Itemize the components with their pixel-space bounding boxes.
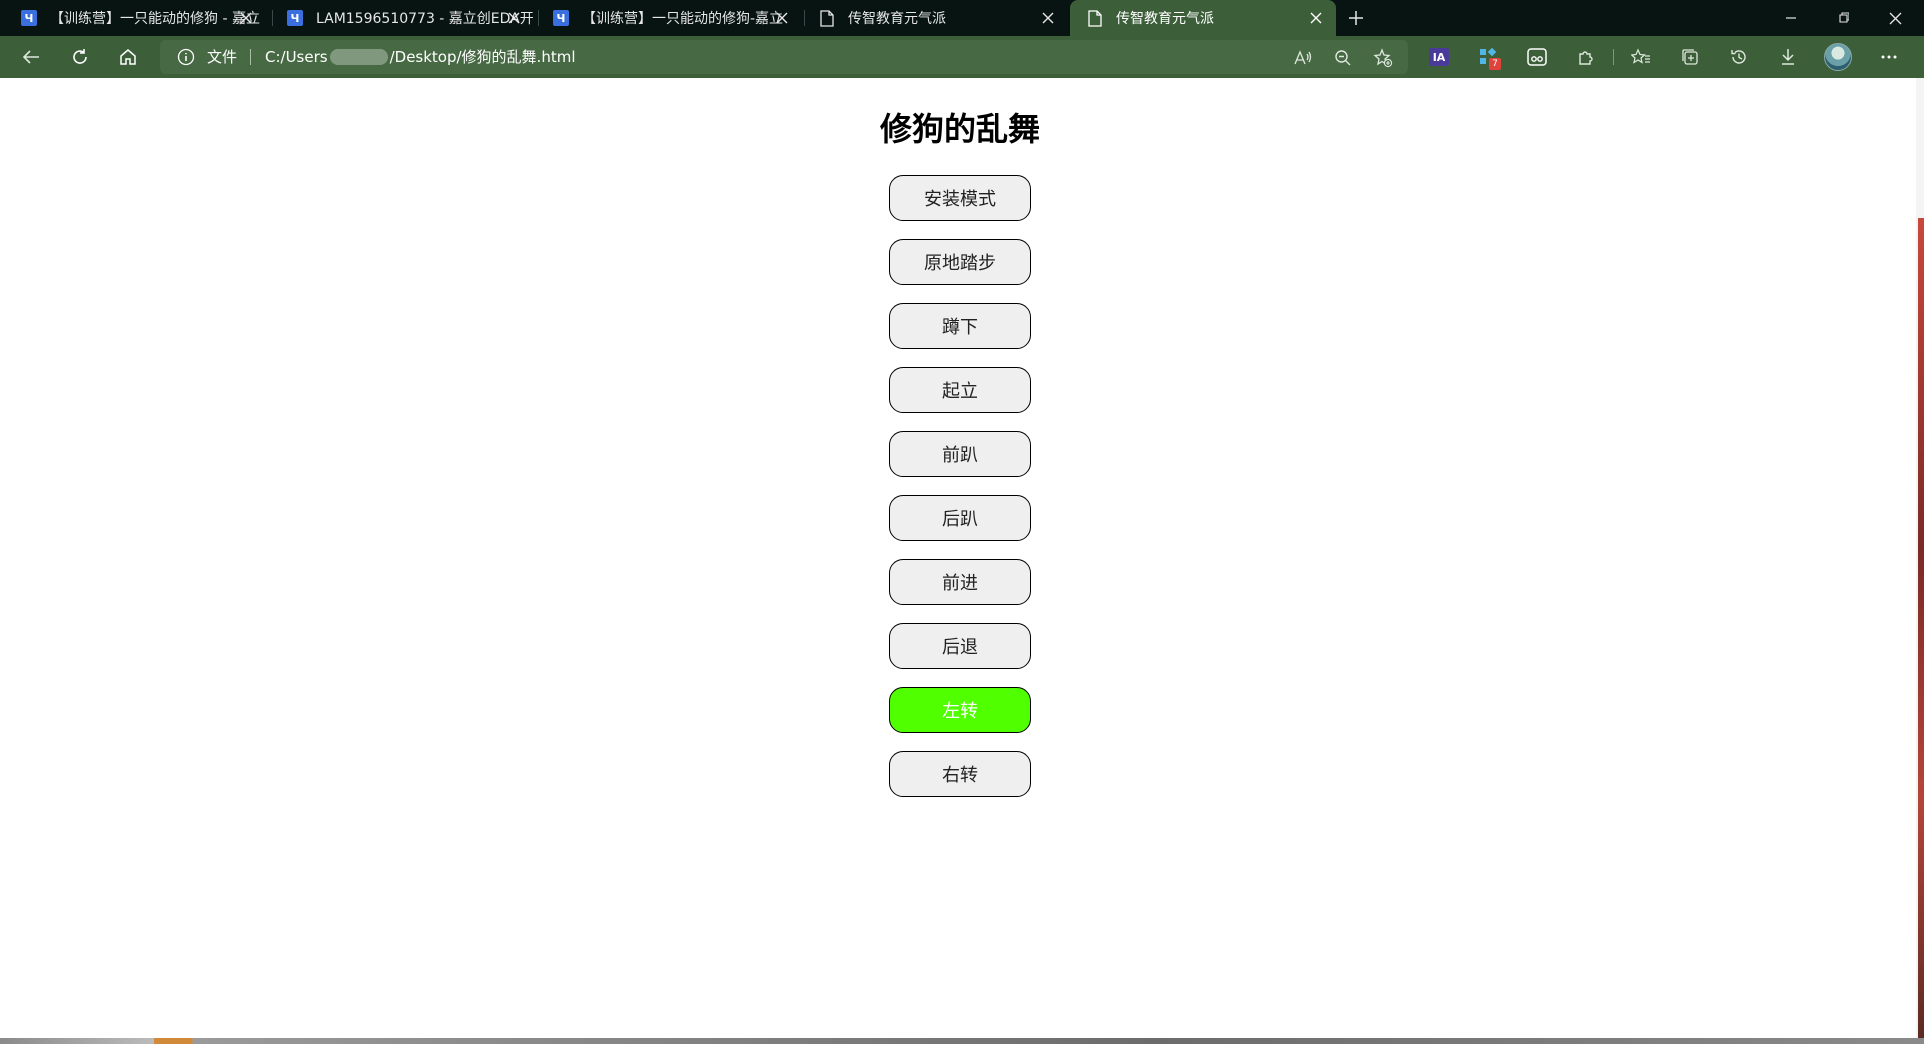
backward-button[interactable]: 后退: [889, 623, 1031, 669]
tab-3[interactable]: Ч 【训练营】一只能动的修狗-嘉立: [536, 0, 802, 36]
forward-button[interactable]: 前进: [889, 559, 1031, 605]
jlc-logo-icon: Ч: [552, 9, 570, 27]
refresh-button[interactable]: [66, 43, 94, 71]
new-tab-button[interactable]: [1342, 4, 1370, 32]
tab-5-active[interactable]: 传智教育元气派: [1070, 0, 1336, 36]
tab-title: 【训练营】一只能动的修狗-嘉立: [582, 11, 784, 27]
page-icon: [818, 9, 836, 27]
page-icon: [1086, 9, 1104, 27]
extensions-button[interactable]: [1572, 43, 1600, 71]
history-icon: [1731, 50, 1746, 64]
browser-toolbar: 文件 C:/Users /Desktop/修狗的乱舞.html IA 7: [0, 36, 1924, 78]
turn-left-button[interactable]: 左转: [889, 687, 1031, 733]
extension-reader-button[interactable]: [1523, 43, 1551, 71]
jlc-logo-icon: Ч: [286, 9, 304, 27]
collections-button[interactable]: [1676, 43, 1704, 71]
url-text[interactable]: C:/Users /Desktop/修狗的乱舞.html: [265, 47, 576, 67]
close-icon[interactable]: [236, 8, 256, 28]
page-title: 修狗的乱舞: [879, 110, 1040, 148]
close-window-button[interactable]: [1872, 0, 1918, 36]
march-in-place-button[interactable]: 原地踏步: [889, 239, 1031, 285]
extension-apps-button[interactable]: 7: [1474, 43, 1502, 71]
history-button[interactable]: [1725, 43, 1753, 71]
close-icon[interactable]: [772, 8, 792, 28]
address-bar[interactable]: 文件 C:/Users /Desktop/修狗的乱舞.html: [160, 40, 1408, 74]
tab-title: 传智教育元气派: [848, 11, 946, 27]
tab-title: LAM1596510773 - 嘉立创EDA开源: [316, 11, 534, 27]
url-suffix: /Desktop/修狗的乱舞.html: [389, 48, 576, 66]
refresh-icon: [73, 49, 87, 64]
close-icon[interactable]: [504, 8, 524, 28]
zoom-out-icon[interactable]: [1332, 47, 1354, 69]
ia-extension-icon: IA: [1429, 48, 1449, 66]
download-icon: [1782, 49, 1794, 65]
profile-avatar[interactable]: [1824, 43, 1852, 71]
close-icon: [1889, 12, 1901, 24]
minimize-button[interactable]: [1768, 0, 1814, 36]
collections-icon: [1682, 49, 1698, 65]
close-icon[interactable]: [1038, 8, 1058, 28]
plus-icon: [1349, 11, 1363, 25]
tab-title: 【训练营】一只能动的修狗 - 嘉立: [50, 11, 260, 27]
address-divider: [250, 49, 251, 65]
home-icon: [120, 49, 136, 65]
extension-badge: 7: [1489, 58, 1501, 70]
favorites-button[interactable]: [1627, 43, 1655, 71]
taskbar-edge: [0, 1038, 1924, 1044]
url-prefix: C:/Users: [265, 48, 328, 66]
tab-4[interactable]: 传智教育元气派: [802, 0, 1068, 36]
tab-strip: Ч 【训练营】一只能动的修狗 - 嘉立 Ч LAM1596510773 - 嘉立…: [0, 0, 1924, 36]
jlc-logo-icon: Ч: [20, 9, 38, 27]
extension-ia-button[interactable]: IA: [1425, 43, 1453, 71]
browser-window: Ч 【训练营】一只能动的修狗 - 嘉立 Ч LAM1596510773 - 嘉立…: [0, 0, 1924, 1044]
close-icon[interactable]: [1306, 8, 1326, 28]
back-lie-button[interactable]: 后趴: [889, 495, 1031, 541]
more-menu-button[interactable]: [1875, 43, 1903, 71]
read-aloud-icon[interactable]: [1292, 47, 1314, 69]
restore-button[interactable]: [1820, 0, 1866, 36]
desktop-wallpaper-edge: [1918, 218, 1924, 1044]
back-arrow-icon: [22, 50, 39, 64]
front-lie-button[interactable]: 前趴: [889, 431, 1031, 477]
turn-right-button[interactable]: 右转: [889, 751, 1031, 797]
page-content: 修狗的乱舞 安装模式 原地踏步 蹲下 起立 前趴 后趴 前进 后退 左转 右转: [0, 78, 1924, 1044]
toolbar-divider: [1613, 49, 1614, 65]
back-button[interactable]: [17, 43, 45, 71]
minimize-icon: [1786, 17, 1796, 19]
restore-icon: [1839, 12, 1849, 23]
apps-extension-icon: 7: [1479, 47, 1501, 70]
scheme-label: 文件: [207, 48, 238, 66]
tab-1[interactable]: Ч 【训练营】一只能动的修狗 - 嘉立: [4, 0, 266, 36]
downloads-button[interactable]: [1774, 43, 1802, 71]
tab-2[interactable]: Ч LAM1596510773 - 嘉立创EDA开源: [270, 0, 534, 36]
puzzle-icon: [1579, 51, 1593, 65]
stand-up-button[interactable]: 起立: [889, 367, 1031, 413]
squat-button[interactable]: 蹲下: [889, 303, 1031, 349]
redacted-username: [329, 49, 388, 65]
add-favorite-icon[interactable]: [1372, 47, 1394, 69]
reader-extension-icon: [1527, 48, 1547, 66]
home-button[interactable]: [114, 43, 142, 71]
more-icon: [1881, 55, 1897, 59]
install-mode-button[interactable]: 安装模式: [889, 175, 1031, 221]
tab-title: 传智教育元气派: [1116, 11, 1214, 27]
favorites-icon: [1631, 48, 1650, 64]
info-icon[interactable]: [176, 47, 196, 67]
